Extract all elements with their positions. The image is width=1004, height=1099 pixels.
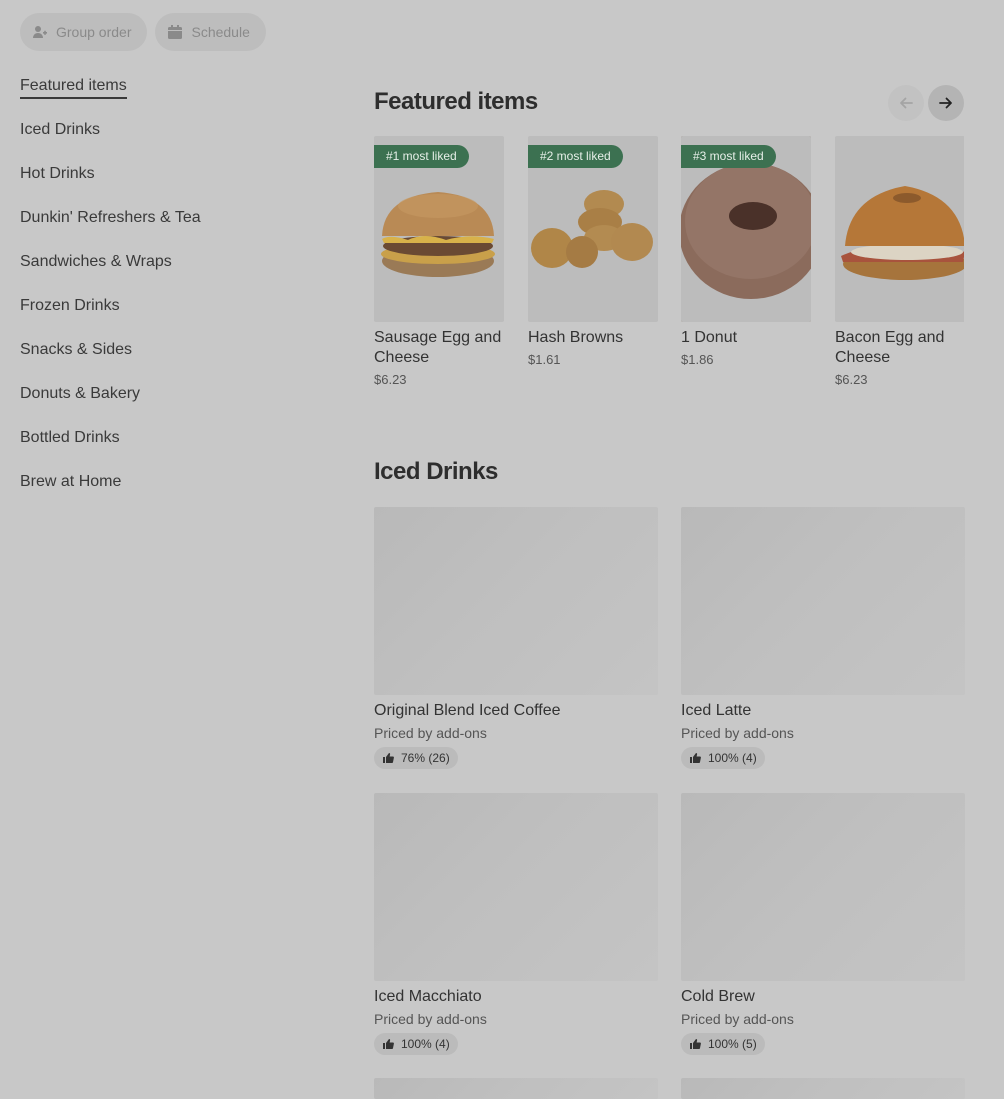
category-sidebar: Featured items Iced Drinks Hot Drinks Du…	[20, 76, 320, 516]
menu-item-card[interactable]	[374, 1078, 658, 1099]
rating-badge: 100% (5)	[681, 1033, 765, 1055]
menu-item-card[interactable]: Iced Latte Priced by add-ons 100% (4)	[681, 507, 965, 769]
featured-item-card[interactable]: #3 most liked 1 Donut $1.86	[681, 136, 811, 367]
sidebar-item-refreshers-tea[interactable]: Dunkin' Refreshers & Tea	[20, 208, 320, 252]
bagel-image	[841, 186, 964, 280]
featured-item-image: #2 most liked	[528, 136, 658, 322]
sidebar-item-sandwiches-wraps[interactable]: Sandwiches & Wraps	[20, 252, 320, 296]
featured-item-name: Bacon Egg and Cheese	[835, 329, 945, 366]
menu-item-card[interactable]: Original Blend Iced Coffee Priced by add…	[374, 507, 658, 769]
sidebar-item-brew-at-home[interactable]: Brew at Home	[20, 472, 320, 516]
rating-badge: 76% (26)	[374, 747, 458, 769]
sidebar-item-iced-drinks[interactable]: Iced Drinks	[20, 120, 320, 164]
featured-item-price: $1.61	[528, 352, 561, 367]
rating-text: 76% (26)	[401, 751, 450, 765]
iced-drinks-section-title: Iced Drinks	[374, 458, 498, 485]
menu-item-name: Iced Latte	[681, 702, 752, 719]
group-order-button[interactable]: Group order	[20, 13, 148, 51]
group-order-label: Group order	[56, 24, 132, 40]
sidebar-item-donuts-bakery[interactable]: Donuts & Bakery	[20, 384, 320, 428]
carousel-prev-button[interactable]	[888, 85, 924, 121]
featured-section-title: Featured items	[374, 88, 538, 115]
featured-item-image: #1 most liked	[374, 136, 504, 322]
carousel-next-button[interactable]	[928, 85, 964, 121]
menu-item-name: Iced Macchiato	[374, 988, 482, 1005]
sidebar-item-label: Donuts & Bakery	[20, 385, 141, 402]
arrow-left-icon	[900, 97, 913, 109]
user-add-icon	[33, 26, 47, 38]
menu-item-price-note: Priced by add-ons	[374, 725, 487, 741]
sidebar-item-label: Brew at Home	[20, 473, 122, 490]
sidebar-item-label: Featured items	[20, 76, 127, 99]
menu-item-image-placeholder	[374, 507, 658, 695]
schedule-label: Schedule	[191, 24, 250, 40]
featured-item-image: #3 most liked	[681, 136, 811, 322]
menu-item-card[interactable]: Iced Macchiato Priced by add-ons 100% (4…	[374, 793, 658, 1055]
menu-item-name: Cold Brew	[681, 988, 755, 1005]
rating-text: 100% (4)	[401, 1037, 450, 1051]
sidebar-item-bottled-drinks[interactable]: Bottled Drinks	[20, 428, 320, 472]
featured-item-price: $6.23	[835, 372, 868, 387]
menu-item-price-note: Priced by add-ons	[374, 1011, 487, 1027]
featured-item-price: $6.23	[374, 372, 407, 387]
sidebar-item-label: Hot Drinks	[20, 165, 95, 182]
menu-item-image-placeholder	[374, 793, 658, 981]
featured-item-card[interactable]: #1 most liked Sausage Egg and Cheese $6.…	[374, 136, 504, 387]
rating-badge: 100% (4)	[374, 1033, 458, 1055]
thumbs-up-icon	[690, 1039, 701, 1049]
rating-text: 100% (4)	[708, 751, 757, 765]
menu-item-card[interactable]: Cold Brew Priced by add-ons 100% (5)	[681, 793, 965, 1055]
featured-item-name: Sausage Egg and Cheese	[374, 329, 502, 366]
top-actions: Group order Schedule	[20, 13, 266, 51]
featured-item-card[interactable]: Bacon Egg and Cheese $6.23	[835, 136, 964, 387]
most-liked-badge: #2 most liked	[528, 145, 623, 168]
most-liked-badge: #3 most liked	[681, 145, 776, 168]
menu-item-price-note: Priced by add-ons	[681, 725, 794, 741]
rating-text: 100% (5)	[708, 1037, 757, 1051]
featured-item-name: Hash Browns	[528, 329, 624, 346]
featured-item-price: $1.86	[681, 352, 714, 367]
featured-item-card[interactable]: #2 most liked Hash Browns $1.61	[528, 136, 658, 367]
menu-item-image-placeholder	[681, 793, 965, 981]
arrow-right-icon	[939, 97, 952, 109]
rating-badge: 100% (4)	[681, 747, 765, 769]
most-liked-badge: #1 most liked	[374, 145, 469, 168]
menu-item-price-note: Priced by add-ons	[681, 1011, 794, 1027]
calendar-icon	[168, 25, 183, 39]
thumbs-up-icon	[383, 1039, 394, 1049]
featured-item-image	[835, 136, 964, 322]
menu-item-image-placeholder	[374, 1078, 658, 1099]
menu-item-image-placeholder	[681, 1078, 965, 1099]
sidebar-item-hot-drinks[interactable]: Hot Drinks	[20, 164, 320, 208]
featured-carousel: #1 most liked Sausage Egg and Cheese $6.…	[374, 136, 964, 406]
sidebar-item-label: Iced Drinks	[20, 121, 101, 138]
menu-item-name: Original Blend Iced Coffee	[374, 702, 561, 719]
menu-item-image-placeholder	[681, 507, 965, 695]
sidebar-item-label: Bottled Drinks	[20, 429, 120, 446]
sidebar-item-label: Snacks & Sides	[20, 341, 133, 358]
sidebar-item-snacks-sides[interactable]: Snacks & Sides	[20, 340, 320, 384]
featured-item-name: 1 Donut	[681, 329, 738, 346]
sidebar-item-label: Sandwiches & Wraps	[20, 253, 172, 270]
thumbs-up-icon	[383, 753, 394, 763]
sidebar-item-label: Frozen Drinks	[20, 297, 120, 314]
menu-item-card[interactable]	[681, 1078, 965, 1099]
sidebar-item-label: Dunkin' Refreshers & Tea	[20, 209, 201, 226]
schedule-button[interactable]: Schedule	[155, 13, 266, 51]
sidebar-item-frozen-drinks[interactable]: Frozen Drinks	[20, 296, 320, 340]
thumbs-up-icon	[690, 753, 701, 763]
sidebar-item-featured-items[interactable]: Featured items	[20, 76, 320, 120]
